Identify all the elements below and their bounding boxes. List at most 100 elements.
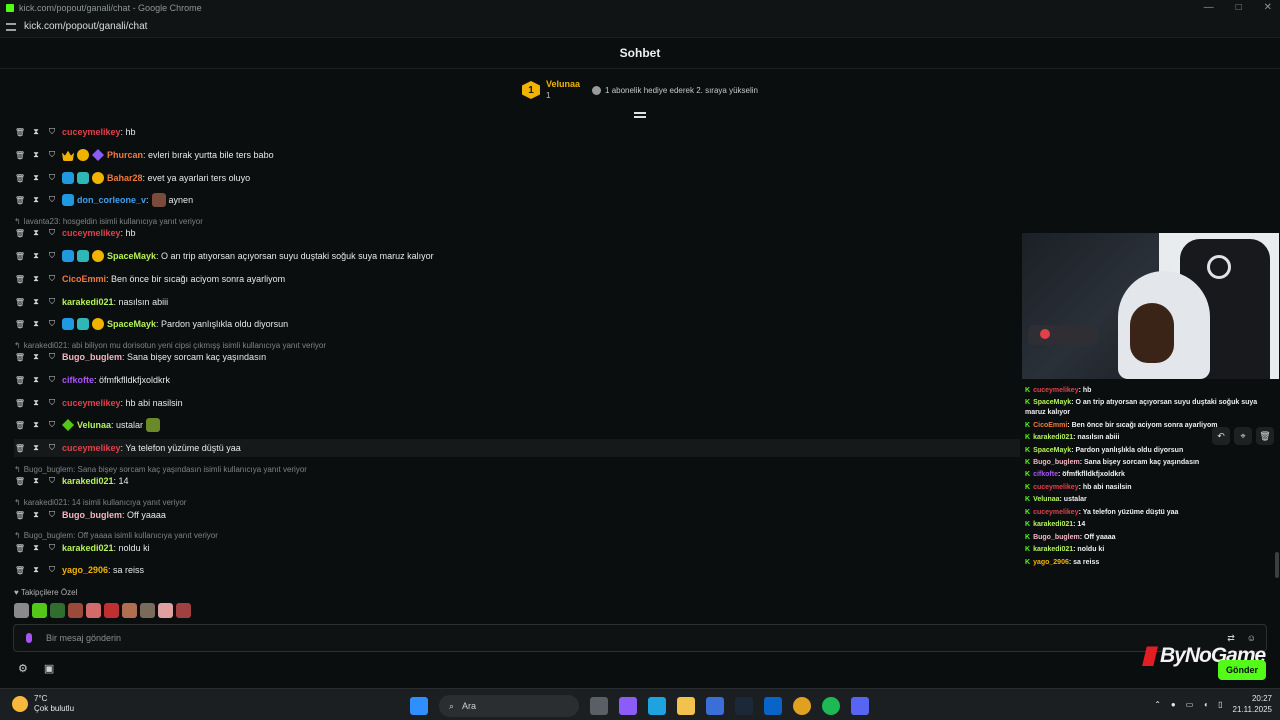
username[interactable]: karakedi021 bbox=[62, 297, 114, 307]
chat-message[interactable]: 🗑 ⧗ ⛉ cuceymelikey: hb bbox=[14, 224, 136, 242]
address-bar[interactable]: kick.com/popout/ganali/chat bbox=[0, 16, 1280, 38]
chat-scrollbar[interactable] bbox=[1275, 552, 1279, 578]
timeout-icon[interactable]: ⧗ bbox=[30, 398, 42, 408]
gift-shop-icon[interactable]: ▣ bbox=[44, 662, 54, 675]
ban-icon[interactable]: ⛉ bbox=[46, 150, 58, 160]
delete-message-icon[interactable]: 🗑 bbox=[14, 421, 26, 430]
delete-message-icon[interactable]: 🗑 bbox=[14, 320, 26, 329]
chat-input[interactable]: Bir mesaj gönderin ⇄ ☺ bbox=[13, 624, 1267, 652]
ban-icon[interactable]: ⛉ bbox=[46, 443, 58, 453]
timeout-icon[interactable]: ⧗ bbox=[30, 476, 42, 486]
ban-icon[interactable]: ⛉ bbox=[46, 398, 58, 408]
timeout-icon[interactable]: ⧗ bbox=[30, 195, 42, 205]
site-settings-icon[interactable] bbox=[6, 22, 16, 31]
timeout-icon[interactable]: ⧗ bbox=[30, 251, 42, 261]
chat-message[interactable]: 🗑 ⧗ ⛉ cifkofte: öfmfkflldkfjxoldkrk bbox=[14, 371, 170, 389]
chat-message[interactable]: 🗑 ⧗ ⛉ Phurcan: evleri bırak yurtta bile ter… bbox=[14, 146, 274, 164]
username[interactable]: cuceymelikey bbox=[62, 127, 121, 137]
chat-message[interactable]: 🗑 ⧗ ⛉ cuceymelikey: Ya telefon yüzüme düştü… bbox=[14, 439, 1020, 457]
chat-message[interactable]: 🗑 ⧗ ⛉ Velunaa: ustalar bbox=[14, 416, 163, 434]
timeout-icon[interactable]: ⧗ bbox=[30, 127, 42, 137]
collapse-icon[interactable] bbox=[634, 112, 646, 122]
username[interactable]: Phurcan bbox=[107, 150, 143, 160]
minimize-icon[interactable]: — bbox=[1204, 0, 1214, 16]
timeout-icon[interactable]: ⧗ bbox=[30, 319, 42, 329]
username[interactable]: Bugo_buglem bbox=[62, 510, 122, 520]
timeout-icon[interactable]: ⧗ bbox=[30, 420, 42, 430]
emote-brown[interactable] bbox=[122, 603, 137, 618]
ban-icon[interactable]: ⛉ bbox=[46, 543, 58, 553]
chat-message[interactable]: 🗑 ⧗ ⛉ don_corleone_v: aynen bbox=[14, 191, 193, 209]
translate-icon[interactable]: ⇄ bbox=[1227, 633, 1235, 644]
chat-message[interactable]: 🗑 ⧗ ⛉ cuceymelikey: hb abi nasilsin bbox=[14, 394, 183, 412]
url-text[interactable]: kick.com/popout/ganali/chat bbox=[24, 21, 147, 32]
ban-icon[interactable]: ⛉ bbox=[46, 319, 58, 329]
ban-icon[interactable]: ⛉ bbox=[46, 228, 58, 238]
timeout-icon[interactable]: ⧗ bbox=[30, 173, 42, 183]
username[interactable]: Velunaa bbox=[77, 420, 111, 430]
delete-message-icon[interactable]: 🗑 bbox=[14, 128, 26, 137]
close-icon[interactable]: ✕ bbox=[1264, 0, 1272, 16]
ban-icon[interactable]: ⛉ bbox=[46, 476, 58, 486]
emote-cat[interactable] bbox=[14, 603, 29, 618]
ban-icon[interactable]: ⛉ bbox=[46, 375, 58, 385]
delete-message-icon[interactable]: 🗑 bbox=[14, 151, 26, 160]
explorer-icon[interactable] bbox=[677, 697, 695, 715]
delete-message-icon[interactable]: 🗑 bbox=[14, 399, 26, 408]
spotify-icon[interactable] bbox=[822, 697, 840, 715]
delete-message-icon[interactable]: 🗑 bbox=[14, 566, 26, 575]
emote-light[interactable] bbox=[158, 603, 173, 618]
timeout-icon[interactable]: ⧗ bbox=[30, 297, 42, 307]
copilot-icon[interactable] bbox=[619, 697, 637, 715]
delete-message-icon[interactable]: 🗑 bbox=[14, 376, 26, 385]
delete-message-icon[interactable]: 🗑 bbox=[14, 174, 26, 183]
send-button[interactable]: Gönder bbox=[1218, 660, 1266, 680]
ban-icon[interactable]: ⛉ bbox=[46, 274, 58, 284]
username[interactable]: SpaceMayk bbox=[107, 319, 156, 329]
chat-message[interactable]: 🗑 ⧗ ⛉ karakedi021: nasılsın abiii bbox=[14, 293, 168, 311]
chat-message[interactable]: 🗑 ⧗ ⛉ CicoEmmi: Ben önce bir sıcağı aciyom … bbox=[14, 270, 285, 288]
ban-icon[interactable]: ⛉ bbox=[46, 510, 58, 520]
emote-pink[interactable] bbox=[86, 603, 101, 618]
task-view-icon[interactable] bbox=[590, 697, 608, 715]
emote-green[interactable] bbox=[32, 603, 47, 618]
tray-mic-icon[interactable]: ● bbox=[1171, 700, 1176, 709]
pin-icon[interactable]: ⌖ bbox=[1234, 427, 1252, 445]
chat-message[interactable]: 🗑 ⧗ ⛉ yago_2906: sa reiss bbox=[14, 561, 144, 579]
chrome-icon[interactable] bbox=[793, 697, 811, 715]
chat-message[interactable]: 🗑 ⧗ ⛉ SpaceMayk: O an trip atıyorsan açıyor… bbox=[14, 247, 434, 265]
timeout-icon[interactable]: ⧗ bbox=[30, 510, 42, 520]
ban-icon[interactable]: ⛉ bbox=[46, 173, 58, 183]
delete-message-icon[interactable]: 🗑 bbox=[14, 353, 26, 362]
username[interactable]: cuceymelikey bbox=[62, 443, 121, 453]
chat-message[interactable]: 🗑 ⧗ ⛉ Bugo_buglem: Off yaaaa bbox=[14, 506, 166, 524]
delete-icon[interactable]: 🗑 bbox=[1256, 427, 1274, 445]
chat-message[interactable]: 🗑 ⧗ ⛉ SpaceMayk: Pardon yanlışlıkla oldu di… bbox=[14, 315, 288, 333]
steam-icon[interactable] bbox=[735, 697, 753, 715]
chat-input-placeholder[interactable]: Bir mesaj gönderin bbox=[46, 633, 121, 643]
emote-group[interactable] bbox=[140, 603, 155, 618]
ban-icon[interactable]: ⛉ bbox=[46, 420, 58, 430]
volume-icon[interactable]: ◖ bbox=[1203, 700, 1208, 709]
chat-message[interactable]: 🗑 ⧗ ⛉ cuceymelikey: hb bbox=[14, 123, 136, 141]
delete-message-icon[interactable]: 🗑 bbox=[14, 275, 26, 284]
start-icon[interactable] bbox=[410, 697, 428, 715]
edge-icon[interactable] bbox=[648, 697, 666, 715]
timeout-icon[interactable]: ⧗ bbox=[30, 274, 42, 284]
username[interactable]: CicoEmmi bbox=[62, 274, 106, 284]
delete-message-icon[interactable]: 🗑 bbox=[14, 252, 26, 261]
delete-message-icon[interactable]: 🗑 bbox=[14, 544, 26, 553]
delete-message-icon[interactable]: 🗑 bbox=[14, 229, 26, 238]
discord-icon[interactable] bbox=[851, 697, 869, 715]
reply-icon[interactable]: ↶ bbox=[1212, 427, 1230, 445]
username[interactable]: SpaceMayk bbox=[107, 251, 156, 261]
timeout-icon[interactable]: ⧗ bbox=[30, 565, 42, 575]
settings-icon[interactable]: ⚙ bbox=[18, 662, 28, 675]
delete-message-icon[interactable]: 🗑 bbox=[14, 298, 26, 307]
delete-message-icon[interactable]: 🗑 bbox=[14, 511, 26, 520]
timeout-icon[interactable]: ⧗ bbox=[30, 352, 42, 362]
username[interactable]: cuceymelikey bbox=[62, 228, 121, 238]
chat-message[interactable]: 🗑 ⧗ ⛉ karakedi021: noldu ki bbox=[14, 539, 150, 557]
timeout-icon[interactable]: ⧗ bbox=[30, 543, 42, 553]
maximize-icon[interactable]: □ bbox=[1236, 0, 1242, 16]
